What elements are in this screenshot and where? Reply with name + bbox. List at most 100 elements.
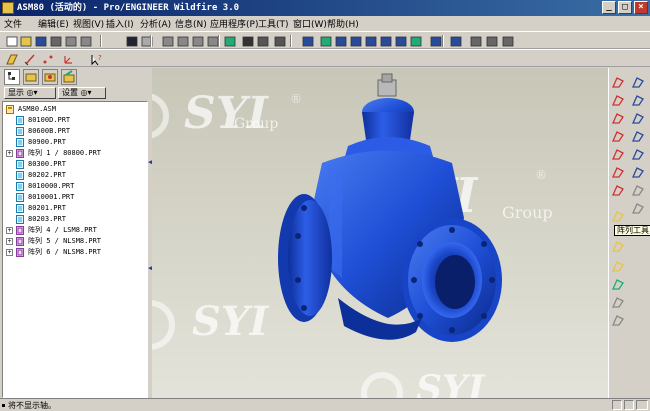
new-icon[interactable] — [4, 34, 18, 47]
part-icon — [16, 182, 24, 191]
email-link-icon[interactable] — [78, 34, 92, 47]
paste-icon[interactable] — [190, 34, 204, 47]
regenerate-icon[interactable] — [222, 34, 236, 47]
mirror-icon[interactable] — [611, 210, 625, 223]
shading-icon[interactable] — [448, 34, 462, 47]
offset-icon[interactable] — [611, 296, 625, 309]
maximize-button[interactable]: □ — [618, 1, 632, 14]
axis-icon[interactable] — [611, 112, 625, 125]
saved-views-icon[interactable] — [393, 34, 407, 47]
curve-icon[interactable] — [611, 130, 625, 143]
tree-item-label: 80300.PRT — [28, 160, 66, 168]
pattern-tool-icon[interactable] — [611, 240, 625, 253]
tree-item[interactable]: 80600B.PRT — [3, 126, 147, 137]
csys-display-icon[interactable] — [60, 52, 74, 65]
tree-item[interactable]: 80202.PRT — [3, 170, 147, 181]
orient-icon[interactable] — [318, 34, 332, 47]
context-help-icon[interactable]: ? — [88, 52, 102, 66]
hidden-line-icon[interactable] — [468, 34, 482, 47]
tree-item[interactable]: 80100D.PRT — [3, 115, 147, 126]
undo-icon[interactable] — [124, 34, 138, 47]
sweep-icon[interactable] — [631, 112, 645, 125]
layers-icon[interactable] — [408, 34, 422, 47]
view-manager-icon[interactable] — [428, 34, 442, 47]
cut-icon[interactable] — [160, 34, 174, 47]
email-icon[interactable] — [63, 34, 77, 47]
tree-item[interactable]: 8010000.PRT — [3, 181, 147, 192]
wireframe-icon[interactable] — [500, 34, 514, 47]
reorient-icon[interactable] — [378, 34, 392, 47]
menu-info[interactable]: 信息(N) — [175, 17, 207, 30]
menu-help[interactable]: 帮助(H) — [327, 17, 359, 30]
hole-icon[interactable] — [631, 130, 645, 143]
find-icon[interactable] — [240, 34, 254, 47]
minimize-button[interactable]: _ — [602, 1, 616, 14]
show-dropdown[interactable]: 显示 ◎▾ — [4, 87, 56, 99]
open-icon[interactable] — [18, 34, 32, 47]
draft-icon[interactable] — [631, 184, 645, 197]
datum-plane-display-icon[interactable] — [4, 52, 18, 65]
expand-toggle-icon[interactable]: + — [6, 238, 13, 245]
folder-browser-tab[interactable] — [23, 69, 39, 85]
tree-item[interactable]: 80201.PRT — [3, 203, 147, 214]
datum-axis-display-icon[interactable] — [22, 52, 36, 66]
window-title: ASM80 (活动的) - Pro/ENGINEER Wildfire 3.0 — [17, 3, 240, 13]
no-hidden-icon[interactable] — [484, 34, 498, 47]
model-tree-tab[interactable] — [4, 69, 20, 85]
app-icon[interactable] — [2, 2, 14, 14]
expand-toggle-icon[interactable]: + — [6, 150, 13, 157]
refit-icon[interactable] — [363, 34, 377, 47]
menu-analysis[interactable]: 分析(A) — [140, 17, 171, 30]
svg-text:?: ? — [98, 54, 102, 62]
save-icon[interactable] — [33, 34, 47, 47]
merge-icon[interactable] — [611, 278, 625, 291]
favorites-tab[interactable] — [42, 69, 58, 85]
expand-toggle-icon[interactable]: + — [6, 227, 13, 234]
extrude-icon[interactable] — [631, 76, 645, 89]
close-button[interactable]: × — [634, 1, 648, 14]
tree-item[interactable]: 80203.PRT — [3, 214, 147, 225]
expand-toggle-icon[interactable]: + — [6, 249, 13, 256]
select-box-icon[interactable] — [255, 34, 269, 47]
tree-item[interactable]: + 阵列 6 / NLSM8.PRT — [3, 247, 147, 258]
zoom-in-icon[interactable] — [333, 34, 347, 47]
settings-dropdown[interactable]: 设置 ◎▾ — [58, 87, 106, 99]
graphics-window[interactable]: SYI Group ® SYI Group ® SYI SYI — [152, 68, 608, 398]
menu-edit[interactable]: 编辑(E) — [38, 17, 69, 30]
print-icon[interactable] — [48, 34, 62, 47]
copy-icon[interactable] — [175, 34, 189, 47]
revolve-icon[interactable] — [631, 94, 645, 107]
tree-root-item[interactable]: ASM80.ASM — [3, 104, 147, 115]
tree-item[interactable]: 8010001.PRT — [3, 192, 147, 203]
menu-window[interactable]: 窗口(W) — [293, 17, 327, 30]
menu-view[interactable]: 视图(V) — [73, 17, 104, 30]
round-icon[interactable] — [631, 202, 645, 215]
part-icon — [16, 116, 24, 125]
tree-item[interactable]: + 阵列 4 / LSM8.PRT — [3, 225, 147, 236]
shell-icon[interactable] — [631, 148, 645, 161]
menu-file[interactable]: 文件 — [4, 17, 22, 30]
spin-center-icon[interactable] — [300, 34, 314, 47]
tree-item[interactable]: + 阵列 5 / NLSM8.PRT — [3, 236, 147, 247]
repaint-icon[interactable] — [272, 34, 286, 47]
zoom-out-icon[interactable] — [348, 34, 362, 47]
connections-tab[interactable] — [61, 69, 77, 85]
point-icon[interactable] — [611, 148, 625, 161]
tree-item[interactable]: 80900.PRT — [3, 137, 147, 148]
rib-icon[interactable] — [631, 166, 645, 179]
window-controls: _ □ × — [602, 1, 648, 14]
analysis-icon[interactable] — [611, 184, 625, 197]
menu-insert[interactable]: 插入(I) — [106, 17, 134, 30]
tree-item[interactable]: + 阵列 1 / 80800.PRT — [3, 148, 147, 159]
csys-icon[interactable] — [611, 166, 625, 179]
valve-model[interactable] — [152, 68, 608, 398]
datum-point-display-icon[interactable] — [40, 52, 54, 65]
menu-applications[interactable]: 应用程序(P) — [210, 17, 258, 30]
paste-special-icon[interactable] — [205, 34, 219, 47]
sketch-icon[interactable] — [611, 76, 625, 89]
tree-item[interactable]: 80300.PRT — [3, 159, 147, 170]
menu-tools[interactable]: 工具(T) — [258, 17, 289, 30]
trim-icon[interactable] — [611, 260, 625, 273]
thicken-icon[interactable] — [611, 314, 625, 327]
plane-icon[interactable] — [611, 94, 625, 107]
